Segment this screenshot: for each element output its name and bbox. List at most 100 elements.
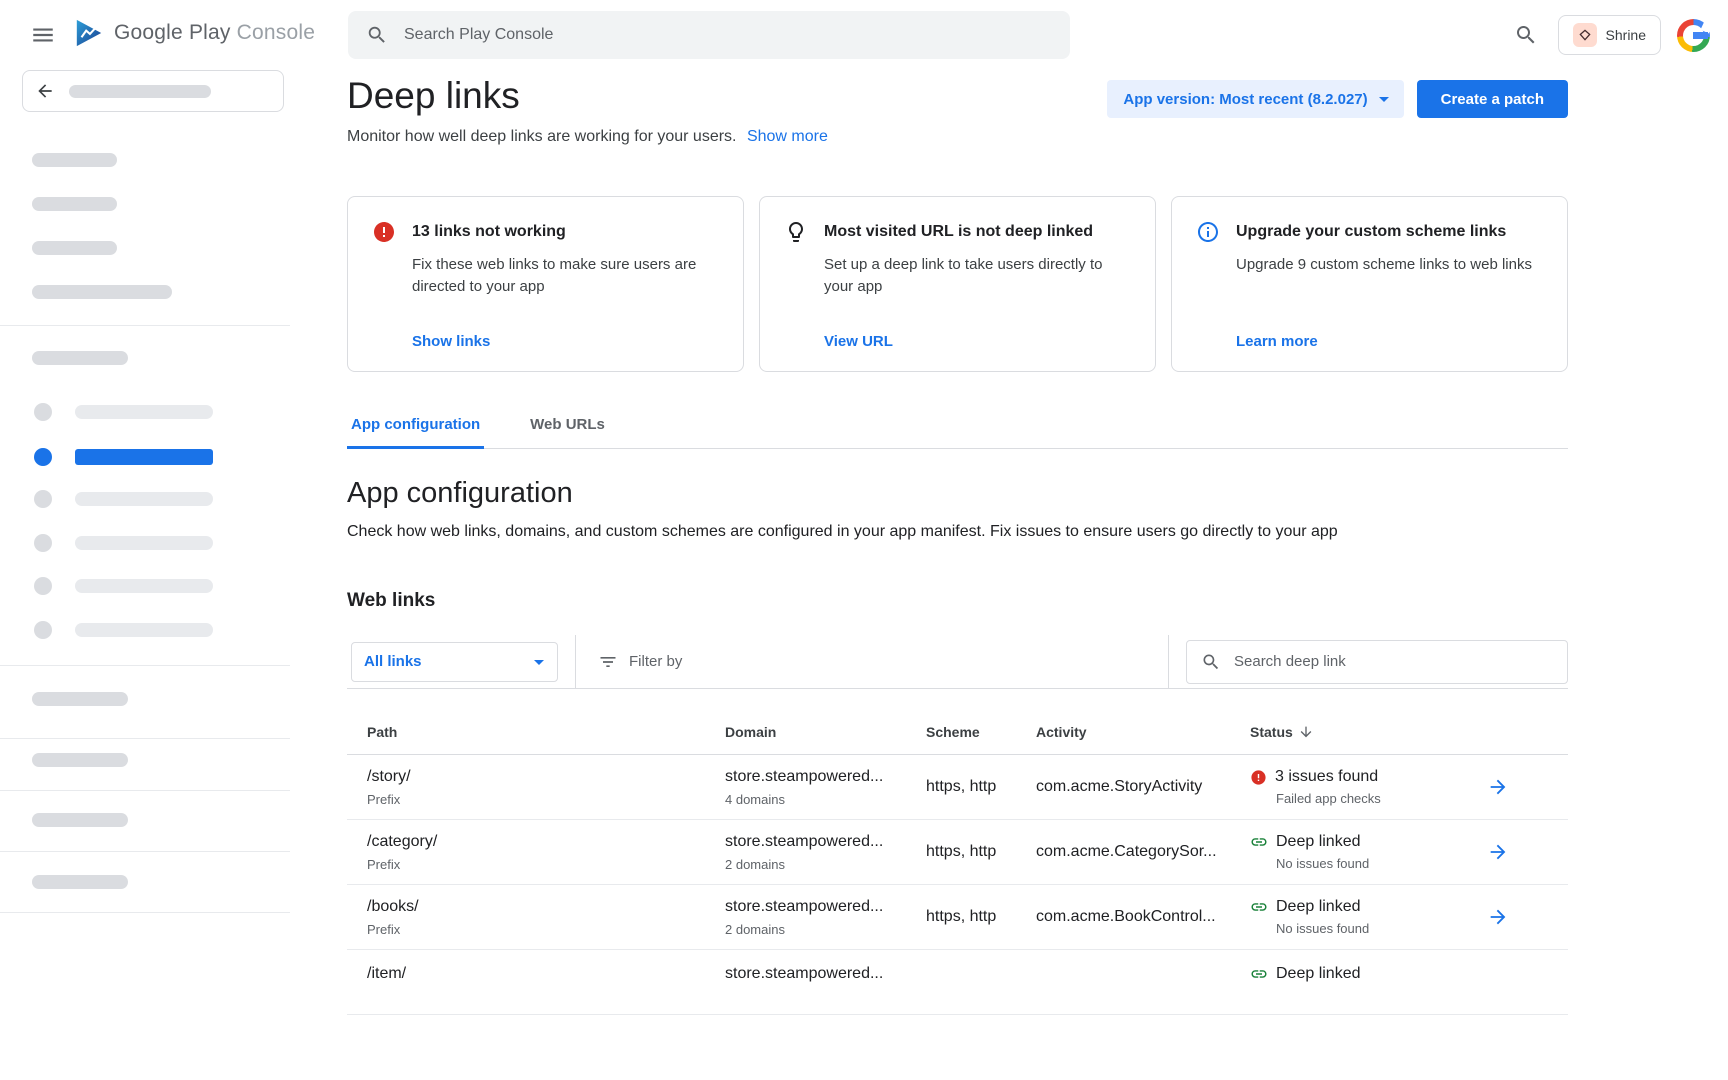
card-upgrade-scheme-links: Upgrade your custom scheme links Upgrade… bbox=[1171, 196, 1568, 372]
deep-link-search[interactable] bbox=[1186, 640, 1568, 684]
logo-text: Google Play Console bbox=[114, 21, 315, 45]
toolbar-divider bbox=[1168, 635, 1169, 689]
row-status-detail: Failed app checks bbox=[1276, 790, 1485, 807]
app-chip-label: Shrine bbox=[1606, 27, 1646, 43]
table-header-row: Path Domain Scheme Activity Status bbox=[347, 689, 1568, 755]
tab-web-urls[interactable]: Web URLs bbox=[526, 416, 609, 449]
toolbar-divider bbox=[575, 635, 576, 689]
card-most-visited-url: Most visited URL is not deep linked Set … bbox=[759, 196, 1156, 372]
sidebar-skeleton-bar bbox=[32, 285, 172, 299]
row-forward-arrow-icon[interactable] bbox=[1485, 839, 1511, 865]
row-path: /category/ bbox=[367, 832, 725, 852]
sidebar-skeleton-bar bbox=[32, 753, 128, 767]
row-forward-arrow-icon[interactable] bbox=[1485, 904, 1511, 930]
play-console-logo: Google Play Console bbox=[74, 18, 315, 48]
sidebar-divider bbox=[0, 790, 290, 791]
row-path: /story/ bbox=[367, 767, 725, 787]
back-label-skeleton bbox=[69, 85, 211, 98]
row-path-type: Prefix bbox=[367, 921, 725, 938]
sidebar-skeleton-bar bbox=[32, 153, 117, 167]
table-row[interactable]: /books/ Prefix store.steampowered... 2 d… bbox=[347, 885, 1568, 950]
row-status-detail: No issues found bbox=[1276, 920, 1485, 937]
insight-cards: 13 links not working Fix these web links… bbox=[347, 196, 1568, 372]
row-forward-arrow-icon[interactable] bbox=[1485, 774, 1511, 800]
tab-bar: App configuration Web URLs bbox=[347, 416, 1568, 449]
deep-link-icon bbox=[1250, 898, 1268, 916]
section-title: App configuration bbox=[347, 475, 1568, 511]
row-path: /item/ bbox=[367, 964, 725, 984]
row-domain: store.steampowered... bbox=[725, 767, 926, 787]
deep-link-icon bbox=[1250, 833, 1268, 851]
row-status-detail: No issues found bbox=[1276, 855, 1485, 872]
column-header-status[interactable]: Status bbox=[1250, 724, 1485, 740]
search-icon bbox=[1201, 652, 1221, 672]
error-icon bbox=[1250, 769, 1267, 786]
table-row[interactable]: /category/ Prefix store.steampowered... … bbox=[347, 820, 1568, 885]
links-filter-select[interactable]: All links bbox=[351, 642, 558, 682]
card-links-not-working: 13 links not working Fix these web links… bbox=[347, 196, 744, 372]
column-header-scheme: Scheme bbox=[926, 724, 1036, 740]
top-bar: Google Play Console Shrine bbox=[0, 0, 1728, 70]
table-row[interactable]: /story/ Prefix store.steampowered... 4 d… bbox=[347, 755, 1568, 820]
row-scheme: https, http bbox=[926, 777, 1036, 797]
learn-more-link[interactable]: Learn more bbox=[1236, 333, 1318, 350]
table-row[interactable]: /item/ store.steampowered... Deep linked bbox=[347, 950, 1568, 1015]
row-domain: store.steampowered... bbox=[725, 964, 926, 984]
global-search[interactable] bbox=[348, 11, 1070, 59]
row-path-type: Prefix bbox=[367, 856, 725, 873]
row-activity: com.acme.StoryActivity bbox=[1036, 777, 1250, 797]
play-console-app: Google Play Console Shrine bbox=[0, 0, 1728, 1080]
filter-by-button[interactable]: Filter by bbox=[598, 652, 682, 672]
info-icon bbox=[1196, 220, 1220, 244]
sidebar-divider bbox=[0, 912, 290, 913]
sidebar-divider bbox=[0, 325, 290, 326]
row-domain-count: 4 domains bbox=[725, 791, 926, 808]
header-search-icon[interactable] bbox=[1510, 19, 1542, 51]
web-links-table: Path Domain Scheme Activity Status /stor… bbox=[347, 689, 1568, 1015]
row-status: Deep linked bbox=[1276, 832, 1361, 852]
row-path: /books/ bbox=[367, 897, 725, 917]
show-links-link[interactable]: Show links bbox=[412, 333, 490, 350]
row-domain: store.steampowered... bbox=[725, 832, 926, 852]
menu-icon[interactable] bbox=[30, 22, 56, 48]
top-bar-actions: Shrine bbox=[1510, 0, 1710, 70]
deep-link-icon bbox=[1250, 965, 1268, 983]
sidebar-divider bbox=[0, 738, 290, 739]
card-title: Most visited URL is not deep linked bbox=[824, 220, 1093, 244]
play-logo-icon bbox=[74, 18, 104, 48]
app-version-dropdown[interactable]: App version: Most recent (8.2.027) bbox=[1107, 80, 1403, 118]
sidebar-skeleton-bar bbox=[32, 692, 128, 706]
lightbulb-icon bbox=[784, 220, 808, 244]
row-scheme: https, http bbox=[926, 907, 1036, 927]
sidebar-divider bbox=[0, 665, 290, 666]
back-navigation[interactable] bbox=[22, 70, 284, 112]
card-title: 13 links not working bbox=[412, 220, 566, 244]
shrine-app-icon bbox=[1573, 23, 1597, 47]
row-status: 3 issues found bbox=[1275, 767, 1378, 787]
filter-icon bbox=[598, 652, 618, 672]
search-icon bbox=[366, 24, 388, 46]
card-body: Fix these web links to make sure users a… bbox=[412, 254, 712, 298]
view-url-link[interactable]: View URL bbox=[824, 333, 893, 350]
tab-app-configuration[interactable]: App configuration bbox=[347, 416, 484, 449]
app-switcher-chip[interactable]: Shrine bbox=[1558, 15, 1661, 55]
column-header-activity: Activity bbox=[1036, 724, 1250, 740]
column-header-domain: Domain bbox=[725, 724, 926, 740]
card-title: Upgrade your custom scheme links bbox=[1236, 220, 1506, 244]
table-toolbar: All links Filter by bbox=[347, 635, 1568, 689]
row-path-type: Prefix bbox=[367, 791, 725, 808]
sidebar bbox=[0, 70, 290, 1080]
row-domain: store.steampowered... bbox=[725, 897, 926, 917]
show-more-link[interactable]: Show more bbox=[747, 128, 828, 145]
row-domain-count: 2 domains bbox=[725, 921, 926, 938]
main-content: Deep links Monitor how well deep links a… bbox=[290, 70, 1728, 1080]
dropdown-arrow-icon bbox=[1372, 87, 1396, 111]
card-body: Set up a deep link to take users directl… bbox=[824, 254, 1124, 298]
google-account-avatar[interactable] bbox=[1677, 19, 1710, 52]
create-patch-button[interactable]: Create a patch bbox=[1417, 80, 1568, 118]
dropdown-arrow-icon bbox=[527, 650, 551, 674]
sidebar-skeleton-bar bbox=[32, 875, 128, 889]
sidebar-skeleton-bar bbox=[32, 351, 128, 365]
deep-link-search-input[interactable] bbox=[1232, 652, 1553, 671]
global-search-input[interactable] bbox=[402, 25, 1052, 45]
